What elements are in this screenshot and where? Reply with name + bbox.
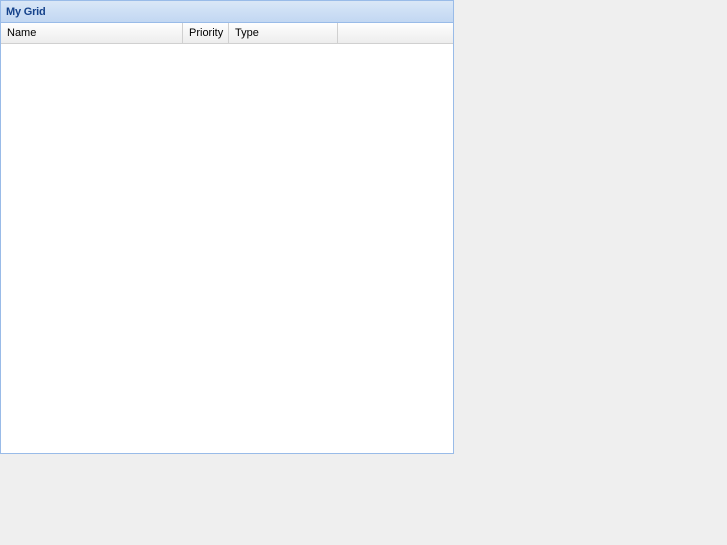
column-header-name-label: Name: [7, 27, 37, 39]
grid-column-header-row: Name Priority Type: [1, 23, 453, 44]
grid-panel: My Grid Name Priority Type: [0, 0, 454, 454]
column-header-filler: [338, 23, 453, 43]
column-header-name[interactable]: Name: [1, 23, 183, 43]
grid-body[interactable]: [1, 44, 453, 453]
column-header-priority[interactable]: Priority: [183, 23, 229, 43]
column-header-type[interactable]: Type: [229, 23, 338, 43]
panel-header: My Grid: [1, 1, 453, 23]
column-header-type-label: Type: [235, 27, 259, 39]
panel-title: My Grid: [6, 5, 46, 18]
column-header-priority-label: Priority: [189, 27, 224, 39]
